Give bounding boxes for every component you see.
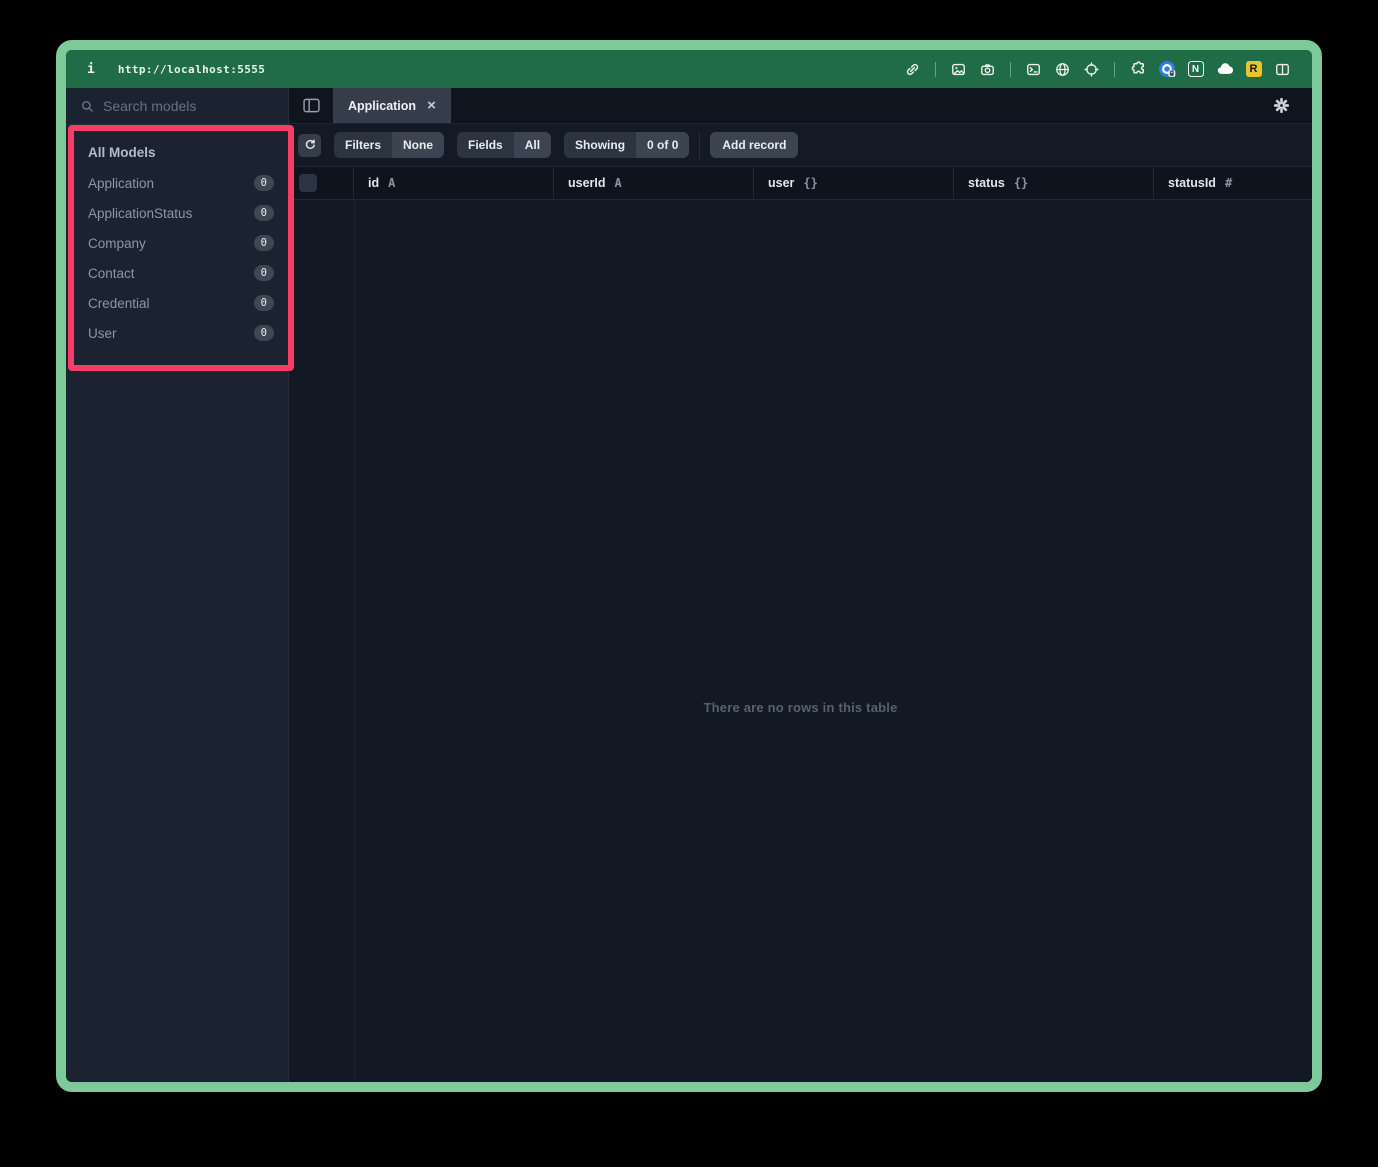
column-label: userId	[568, 176, 606, 190]
model-label: Contact	[88, 266, 135, 281]
column-label: status	[968, 176, 1005, 190]
terminal-icon[interactable]	[1024, 60, 1043, 79]
model-label: Company	[88, 236, 146, 251]
sidebar-item-user[interactable]: User 0	[66, 318, 288, 348]
fields-control[interactable]: Fields All	[457, 132, 551, 158]
select-all-checkbox[interactable]	[299, 174, 317, 192]
count-badge: 0	[254, 205, 274, 222]
count-badge: 0	[254, 295, 274, 312]
refresh-button[interactable]	[298, 134, 321, 157]
sidebar-item-contact[interactable]: Contact 0	[66, 258, 288, 288]
column-type-icon: {}	[1014, 176, 1028, 190]
column-type-icon: A	[615, 176, 622, 190]
column-header-userid[interactable]: userId A	[554, 167, 754, 199]
globe-icon[interactable]	[1053, 60, 1072, 79]
count-badge: 0	[254, 175, 274, 192]
tab-application[interactable]: Application ×	[333, 88, 451, 123]
main-panel: Application ×	[289, 88, 1312, 1082]
crosshair-icon[interactable]	[1082, 60, 1101, 79]
count-badge: 0	[254, 325, 274, 342]
models-list: All Models Application 0 ApplicationStat…	[66, 125, 288, 348]
column-header-id[interactable]: id A	[354, 167, 554, 199]
filters-label: Filters	[334, 132, 392, 158]
search-models-input[interactable]	[103, 98, 253, 114]
empty-table-message: There are no rows in this table	[289, 700, 1312, 715]
split-view-icon[interactable]	[1273, 60, 1292, 79]
fields-label: Fields	[457, 132, 514, 158]
showing-label: Showing	[564, 132, 636, 158]
toolbar-separator	[1114, 62, 1115, 77]
add-record-button[interactable]: Add record	[710, 132, 798, 158]
extensions-puzzle-icon[interactable]	[1128, 60, 1147, 79]
showing-control[interactable]: Showing 0 of 0	[564, 132, 689, 158]
column-type-icon: A	[388, 176, 395, 190]
toolbar-divider	[699, 132, 700, 159]
showing-value: 0 of 0	[636, 132, 689, 158]
table-toolbar: Filters None Fields All Showing 0 of 0 A…	[289, 124, 1312, 166]
count-badge: 0	[254, 235, 274, 252]
info-icon[interactable]: i	[87, 62, 95, 77]
tab-label: Application	[348, 99, 416, 113]
model-label: User	[88, 326, 117, 341]
notion-icon[interactable]: N	[1186, 60, 1205, 79]
column-type-icon: #	[1225, 176, 1232, 190]
camera-icon[interactable]	[978, 60, 997, 79]
browser-window: i http://localhost:5555	[56, 40, 1322, 1092]
address-url[interactable]: http://localhost:5555	[118, 63, 265, 76]
tab-strip: Application ×	[289, 88, 1312, 124]
browser-toolbar-icons: N R	[903, 60, 1292, 79]
link-icon[interactable]	[903, 60, 922, 79]
column-header-statusid[interactable]: statusId #	[1154, 167, 1312, 199]
filters-value: None	[392, 132, 444, 158]
column-type-icon: {}	[803, 176, 817, 190]
cloud-icon[interactable]	[1215, 60, 1234, 79]
image-capture-icon[interactable]	[949, 60, 968, 79]
column-header-user[interactable]: user {}	[754, 167, 954, 199]
prisma-studio-app: All Models Application 0 ApplicationStat…	[66, 88, 1312, 1082]
count-badge: 0	[254, 265, 274, 282]
sidebar-toggle-icon[interactable]	[289, 88, 333, 123]
column-label: statusId	[1168, 176, 1216, 190]
sidebar-item-company[interactable]: Company 0	[66, 228, 288, 258]
toolbar-separator	[935, 62, 936, 77]
model-label: ApplicationStatus	[88, 206, 192, 221]
filters-control[interactable]: Filters None	[334, 132, 444, 158]
browser-titlebar: i http://localhost:5555	[66, 50, 1312, 88]
tab-close-icon[interactable]: ×	[427, 98, 436, 113]
model-label: Credential	[88, 296, 150, 311]
sidebar-item-applicationstatus[interactable]: ApplicationStatus 0	[66, 198, 288, 228]
models-heading: All Models	[66, 138, 288, 168]
toolbar-separator	[1010, 62, 1011, 77]
row-selector-column-divider	[354, 200, 355, 1082]
sidebar-item-application[interactable]: Application 0	[66, 168, 288, 198]
search-models-row[interactable]	[66, 88, 288, 125]
column-label: user	[768, 176, 794, 190]
table-body: There are no rows in this table	[289, 200, 1312, 1082]
password-manager-icon[interactable]	[1157, 60, 1176, 79]
models-sidebar: All Models Application 0 ApplicationStat…	[66, 88, 289, 1082]
select-all-cell	[289, 167, 354, 199]
sidebar-item-credential[interactable]: Credential 0	[66, 288, 288, 318]
table-header-row: id A userId A user {} status {} statusId	[289, 166, 1312, 200]
r-extension-icon[interactable]: R	[1244, 60, 1263, 79]
search-icon	[80, 99, 95, 114]
fields-value: All	[514, 132, 551, 158]
column-header-status[interactable]: status {}	[954, 167, 1154, 199]
model-label: Application	[88, 176, 154, 191]
settings-gear-icon[interactable]	[1273, 97, 1290, 114]
column-label: id	[368, 176, 379, 190]
